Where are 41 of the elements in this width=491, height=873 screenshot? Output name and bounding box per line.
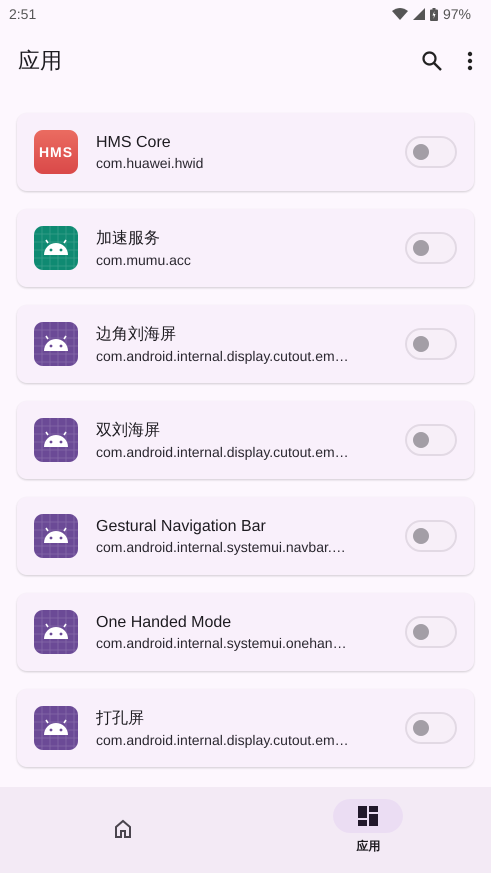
battery-icon (430, 8, 438, 20)
app-name: HMS Core (96, 134, 172, 152)
toggle-switch[interactable] (405, 424, 457, 456)
package-name: com.android.internal.display.cutout.em… (96, 348, 350, 364)
toggle-switch[interactable] (405, 232, 457, 264)
package-name: com.mumu.acc (96, 252, 192, 268)
dashboard-icon (358, 806, 378, 826)
app-name: Gestural Navigation Bar (96, 518, 267, 536)
app-card[interactable]: Gestural Navigation Bar com.android.internal.systemui.navbar.… (17, 497, 474, 575)
package-name: com.android.internal.display.cutout.em… (96, 444, 350, 460)
app-name: One Handed Mode (96, 614, 232, 632)
nav-label: 应用 (356, 838, 380, 855)
wifi-icon (392, 8, 408, 20)
signal-icon (412, 8, 425, 20)
apps-tab[interactable] (333, 799, 404, 833)
app-card[interactable]: 加速服务 com.mumu.acc (17, 209, 474, 287)
home-icon (112, 819, 133, 839)
toggle-switch[interactable] (405, 136, 457, 168)
app-name: 打孔屏 (96, 709, 145, 729)
search-icon[interactable] (421, 50, 443, 72)
app-name: 边角刘海屏 (96, 324, 177, 345)
app-card[interactable]: 打孔屏 com.android.internal.display.cutout.em… (17, 689, 474, 767)
app-card[interactable]: 边角刘海屏 com.android.internal.display.cutout.em… (17, 305, 474, 383)
toggle-switch[interactable] (405, 616, 457, 648)
more-icon[interactable] (467, 51, 473, 71)
package-name: com.android.internal.display.cutout.em… (96, 732, 350, 748)
app-card[interactable]: One Handed Mode com.android.internal.systemui.onehan… (17, 593, 474, 671)
app-card[interactable]: 双刘海屏 com.android.internal.display.cutout.em… (17, 401, 474, 479)
app-name: 加速服务 (96, 228, 161, 249)
package-name: com.android.internal.systemui.navbar.… (96, 538, 347, 554)
app-card[interactable]: HMS HMS Core com.huawei.hwid (17, 113, 474, 191)
page-title: 应用 (18, 47, 63, 75)
package-name: com.huawei.hwid (96, 154, 204, 170)
battery-percent: 97% (442, 6, 471, 22)
package-name: com.android.internal.systemui.onehan… (96, 634, 348, 650)
app-icon: HMS (34, 130, 78, 174)
toggle-switch[interactable] (405, 328, 457, 360)
status-time: 2:51 (9, 6, 36, 22)
toggle-switch[interactable] (405, 520, 457, 552)
app-name: 双刘海屏 (96, 420, 161, 441)
toggle-switch[interactable] (405, 712, 457, 744)
